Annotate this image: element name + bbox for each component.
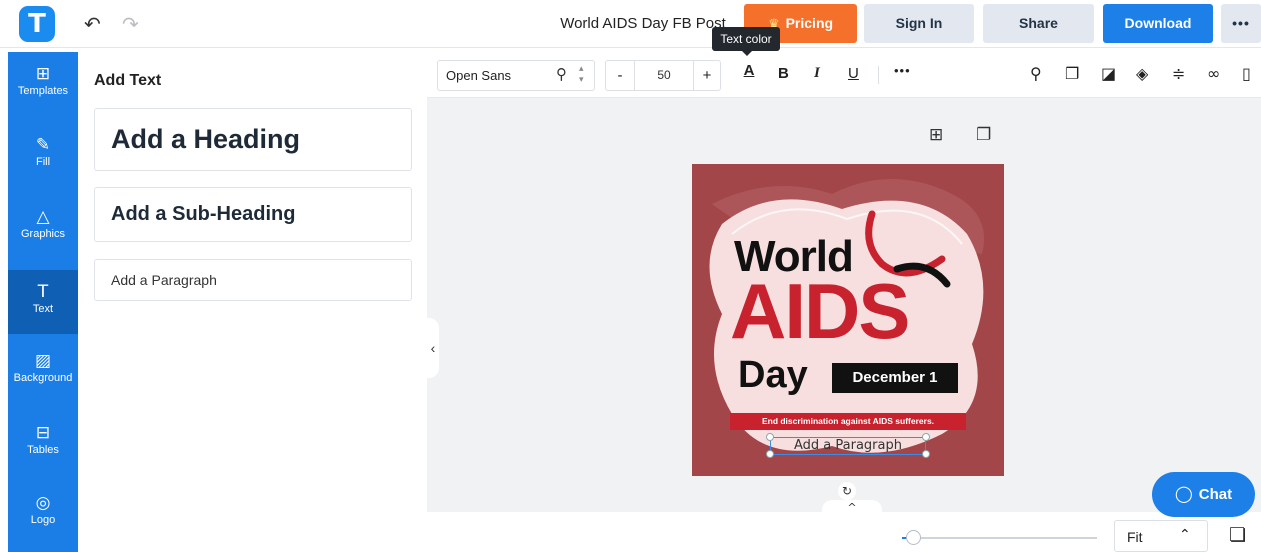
pages-icon[interactable]: ❏ [1229, 524, 1246, 546]
resize-handle[interactable] [766, 450, 774, 458]
underline-button[interactable]: U [848, 65, 859, 82]
pricing-label: Pricing [785, 15, 834, 31]
sign-in-button[interactable]: Sign In [864, 4, 974, 43]
bold-button[interactable]: B [778, 65, 789, 82]
link-icon[interactable]: ∞ [1207, 64, 1220, 83]
paint-roller-icon[interactable]: ⚲ [1030, 64, 1042, 83]
font-family-select[interactable]: Open Sans ⚲ ▴ ▾ [437, 60, 595, 91]
sidebar-item-background[interactable]: ▨ Background [8, 339, 78, 403]
sidebar-item-label: Logo [30, 514, 56, 526]
design-title-aids[interactable]: AIDS [730, 271, 910, 351]
copy-page-icon[interactable]: ❐ [976, 125, 991, 145]
shapes-icon: △ [36, 207, 50, 227]
top-bar: T ↶ ↷ World AIDS Day FB Post ♛ Pricing Si… [0, 0, 1261, 48]
design-canvas[interactable]: World AIDS Day December 1 End discrimina… [692, 164, 1004, 476]
more-options-button[interactable]: ••• [1221, 4, 1261, 43]
templates-icon: ⊞ [35, 64, 51, 84]
table-icon: ⊟ [35, 423, 51, 443]
sidebar-item-label: Background [13, 372, 73, 384]
delete-icon[interactable]: ▯ [1242, 64, 1251, 83]
chat-button[interactable]: ◯ Chat [1152, 472, 1255, 517]
search-icon[interactable]: ⚲ [556, 65, 567, 83]
sidebar-item-label: Fill [35, 156, 51, 168]
duplicate-icon[interactable]: ❐ [1065, 64, 1079, 83]
font-spinner-icon[interactable]: ▴ ▾ [579, 64, 584, 86]
increase-size-button[interactable]: + [693, 61, 720, 90]
rotate-icon[interactable]: ↻ [838, 482, 856, 500]
design-ribbon-text[interactable]: End discrimination against AIDS sufferer… [730, 413, 966, 430]
resize-handle[interactable] [766, 433, 774, 441]
italic-button[interactable]: I [814, 65, 820, 82]
redo-icon[interactable]: ↷ [122, 12, 139, 36]
sidebar-item-label: Text [32, 303, 54, 315]
zoom-slider-handle[interactable] [906, 530, 921, 545]
text-color-button[interactable]: A [738, 62, 760, 79]
zoom-select[interactable]: Fit ⌃ [1114, 520, 1208, 552]
more-format-button[interactable]: ••• [894, 63, 911, 78]
resize-handle[interactable] [922, 433, 930, 441]
font-name: Open Sans [446, 68, 512, 83]
sidebar-item-tables[interactable]: ⊟ Tables [8, 411, 78, 475]
chat-label: Chat [1198, 486, 1233, 503]
share-button[interactable]: Share [983, 4, 1094, 43]
sidebar-item-text[interactable]: T Text [8, 270, 78, 334]
layer-icon[interactable]: ◪ [1101, 64, 1116, 83]
logo-icon: ◎ [35, 493, 51, 513]
expand-pages-button[interactable]: ^ [822, 500, 882, 514]
zoom-value: Fit [1127, 529, 1143, 545]
text-icon: T [37, 282, 49, 302]
add-text-panel: Add Text Add a Heading Add a Sub-Heading… [78, 52, 427, 552]
pencil-icon: ✎ [35, 135, 51, 155]
sidebar-item-label: Templates [17, 85, 69, 97]
collapse-panel-button[interactable]: ‹ [427, 318, 439, 378]
font-size-stepper: - 50 + [605, 60, 721, 91]
sidebar-item-logo[interactable]: ◎ Logo [8, 481, 78, 545]
sidebar-item-label: Tables [27, 444, 59, 456]
sidebar-item-label: Graphics [20, 228, 66, 240]
sidebar-item-fill[interactable]: ✎ Fill [8, 123, 78, 187]
chevron-up-icon: ⌃ [1179, 527, 1191, 543]
decrease-size-button[interactable]: - [606, 61, 635, 90]
app-logo[interactable]: T [19, 6, 55, 42]
heading-label: Add a Heading [111, 124, 301, 154]
background-icon: ▨ [34, 351, 52, 371]
add-page-icon[interactable]: ⊞ [929, 125, 943, 145]
add-paragraph-option[interactable]: Add a Paragraph [94, 259, 412, 301]
text-color-tooltip: Text color [712, 27, 780, 56]
zoom-slider[interactable] [902, 537, 1097, 539]
sidebar-item-templates[interactable]: ⊞ Templates [8, 52, 78, 116]
font-size-input[interactable]: 50 [635, 61, 693, 90]
design-title-day[interactable]: Day [738, 354, 808, 397]
sidebar-item-graphics[interactable]: △ Graphics [8, 195, 78, 259]
design-date-badge[interactable]: December 1 [832, 363, 958, 393]
format-toolbar: Open Sans ⚲ ▴ ▾ - 50 + A B I U ••• ⚲ ❐ ◪ … [427, 52, 1261, 98]
sidebar: ⊞ Templates ✎ Fill △ Graphics T Text ▨ B… [8, 52, 78, 552]
paragraph-label: Add a Paragraph [111, 272, 217, 288]
subheading-label: Add a Sub-Heading [111, 203, 296, 225]
download-button[interactable]: Download [1103, 4, 1213, 43]
selected-paragraph-text[interactable]: Add a Paragraph [770, 437, 926, 455]
undo-icon[interactable]: ↶ [84, 12, 101, 36]
toolbar-divider [878, 66, 879, 84]
opacity-icon[interactable]: ◈ [1136, 64, 1148, 83]
align-icon[interactable]: ≑ [1172, 64, 1185, 83]
add-subheading-option[interactable]: Add a Sub-Heading [94, 187, 412, 242]
resize-handle[interactable] [922, 450, 930, 458]
panel-title: Add Text [94, 72, 162, 89]
chat-bubble-icon: ◯ [1174, 484, 1193, 503]
add-heading-option[interactable]: Add a Heading [94, 108, 412, 171]
document-title[interactable]: World AIDS Day FB Post [548, 15, 738, 32]
